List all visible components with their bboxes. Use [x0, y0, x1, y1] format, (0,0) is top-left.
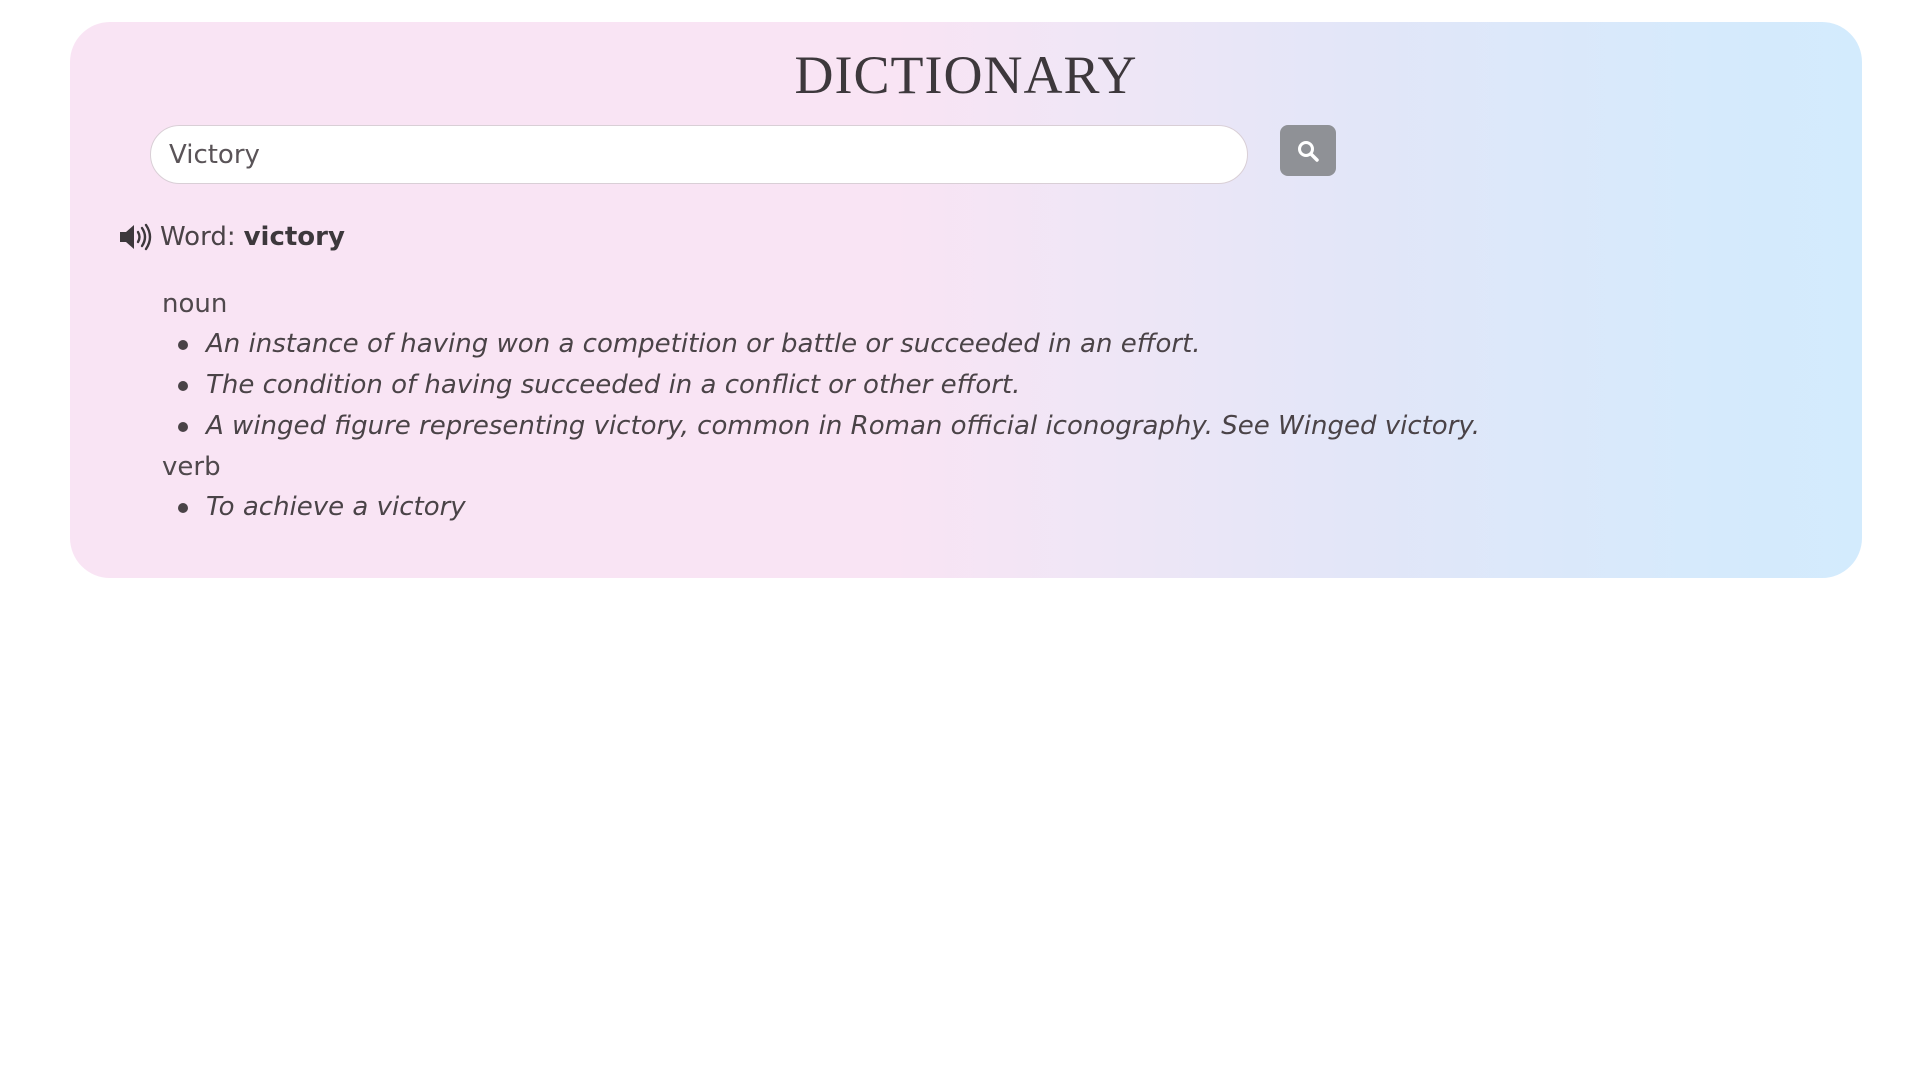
definition-item: The condition of having succeeded in a c…	[162, 365, 1480, 406]
definition-text: An instance of having won a competition …	[206, 329, 1201, 359]
definition-list-verb: To achieve a victory	[162, 487, 1480, 528]
definition-list-noun: An instance of having won a competition …	[162, 324, 1480, 447]
search-icon	[1298, 140, 1319, 162]
definition-item: An instance of having won a competition …	[162, 324, 1480, 365]
definition-text: The condition of having succeeded in a c…	[206, 370, 1021, 400]
bullet-icon	[178, 381, 188, 391]
search-button[interactable]	[1280, 125, 1336, 176]
definition-text: A winged figure representing victory, co…	[206, 411, 1481, 441]
part-of-speech-noun: noun	[162, 289, 228, 319]
page-title: DICTIONARY	[794, 45, 1138, 105]
speaker-icon[interactable]	[118, 222, 154, 252]
part-of-speech-verb: verb	[162, 452, 221, 482]
bullet-icon	[178, 503, 188, 513]
definition-text: To achieve a victory	[206, 492, 466, 522]
meanings-list: noun An instance of having won a competi…	[162, 284, 1480, 528]
search-input[interactable]	[150, 125, 1248, 184]
bullet-icon	[178, 422, 188, 432]
dictionary-card: DICTIONARY Word: victory noun An instanc…	[70, 22, 1862, 578]
bullet-icon	[178, 340, 188, 350]
word-label: Word:	[160, 222, 236, 252]
word-value: victory	[243, 222, 345, 252]
word-row: Word: victory	[118, 222, 345, 252]
definition-item: To achieve a victory	[162, 487, 1480, 528]
definition-item: A winged figure representing victory, co…	[162, 406, 1480, 447]
